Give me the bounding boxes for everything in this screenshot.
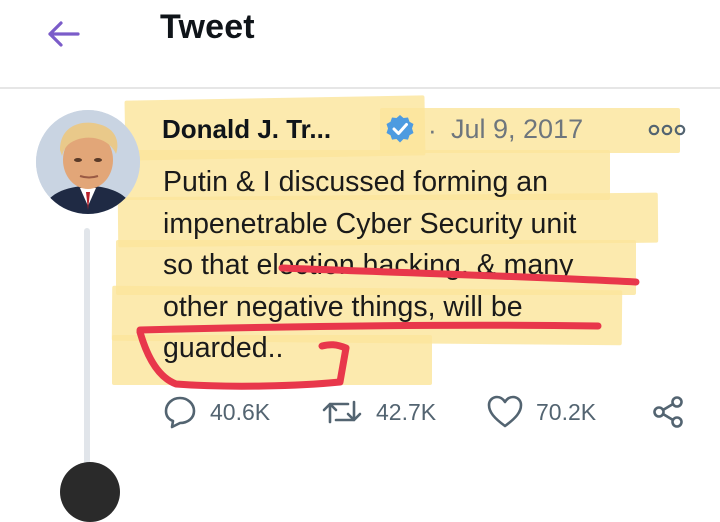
author-name[interactable]: Donald J. Tr...	[162, 114, 331, 145]
like-count: 70.2K	[536, 398, 597, 425]
heart-icon	[487, 395, 523, 428]
tweet-date[interactable]: Jul 9, 2017	[451, 114, 583, 145]
share-icon	[653, 396, 683, 428]
reply-button[interactable]: 40.6K	[162, 392, 270, 432]
header-divider	[0, 87, 720, 89]
arrow-left-icon	[48, 21, 80, 47]
top-bar: Tweet	[0, 0, 720, 88]
tweet-text-line: impenetrable Cyber Security unit	[163, 207, 577, 240]
profile-photo-icon	[36, 110, 140, 214]
page-title: Tweet	[160, 8, 255, 46]
reply-count: 40.6K	[210, 398, 271, 425]
tweet-text-line: so that election hacking, & many	[163, 249, 574, 281]
next-reply-avatar[interactable]	[60, 462, 120, 522]
retweet-button[interactable]: 42.7K	[320, 392, 436, 432]
avatar[interactable]	[36, 110, 140, 214]
tweet-text-line: other negative things, will be	[163, 290, 523, 323]
more-options-icon[interactable]	[648, 122, 686, 138]
retweet-icon	[322, 400, 362, 424]
tweet-text-line: Putin & I discussed forming an	[163, 166, 548, 198]
reply-icon	[164, 396, 196, 429]
like-button[interactable]: 70.2K	[486, 392, 596, 432]
back-button[interactable]	[44, 14, 84, 54]
thread-line	[84, 228, 90, 466]
retweet-count: 42.7K	[376, 398, 437, 425]
date-separator: ·	[428, 115, 437, 145]
share-button[interactable]	[650, 392, 686, 432]
verified-badge-icon	[386, 115, 414, 143]
tweet-text: Putin & I discussed forming an impenetra…	[163, 162, 683, 370]
tweet-text-line: guarded..	[163, 332, 284, 364]
